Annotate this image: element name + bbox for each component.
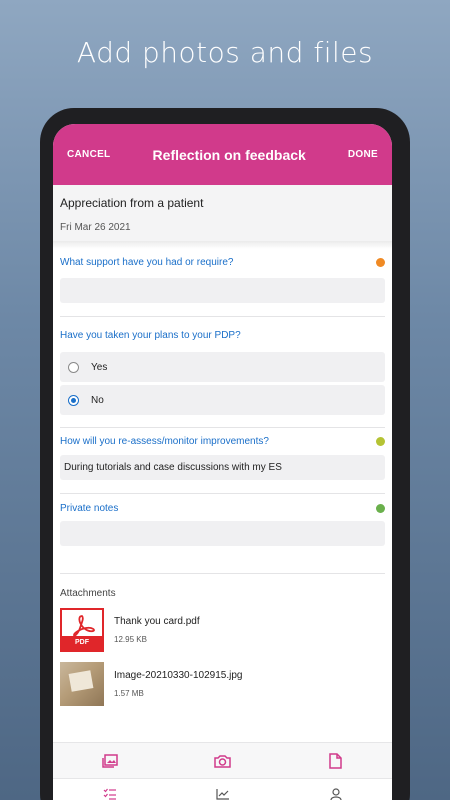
status-dot-icon bbox=[376, 258, 385, 267]
attachment-item[interactable]: PDF Thank you card.pdf 12.95 KB bbox=[60, 608, 385, 652]
divider bbox=[60, 493, 385, 494]
status-dot-icon bbox=[376, 504, 385, 513]
header-shadow bbox=[53, 241, 392, 249]
support-question: What support have you had or require? bbox=[60, 257, 385, 268]
notes-question: Private notes bbox=[60, 503, 385, 514]
reassess-answer-field[interactable]: During tutorials and case discussions wi… bbox=[60, 455, 385, 480]
pdf-badge: PDF bbox=[62, 636, 102, 650]
attachment-item[interactable]: Image-20210330-102915.jpg 1.57 MB bbox=[60, 662, 385, 706]
page-title: Reflection on feedback bbox=[152, 146, 306, 163]
pdp-question-label: Have you taken your plans to your PDP? bbox=[60, 330, 241, 341]
attachment-size: 12.95 KB bbox=[114, 635, 147, 644]
file-icon[interactable] bbox=[327, 752, 345, 770]
pdp-option-no[interactable]: No bbox=[60, 385, 385, 415]
divider bbox=[60, 316, 385, 317]
app-screen: CANCEL Reflection on feedback DONE Appre… bbox=[53, 124, 392, 800]
attachments-title: Attachments bbox=[60, 588, 116, 599]
radio-unchecked-icon[interactable] bbox=[68, 361, 79, 373]
gallery-icon[interactable] bbox=[101, 752, 119, 770]
profile-icon[interactable] bbox=[327, 785, 345, 800]
entry-header: Appreciation from a patient Fri Mar 26 2… bbox=[53, 185, 392, 241]
attachment-name: Image-20210330-102915.jpg bbox=[114, 670, 243, 681]
support-question-label: What support have you had or require? bbox=[60, 257, 234, 268]
camera-icon[interactable] bbox=[214, 752, 232, 770]
reassess-question-label: How will you re-assess/monitor improveme… bbox=[60, 436, 269, 447]
radio-checked-icon[interactable] bbox=[68, 394, 79, 406]
form-content: What support have you had or require? Ha… bbox=[53, 257, 392, 706]
entry-title: Appreciation from a patient bbox=[60, 196, 204, 210]
app-bar: CANCEL Reflection on feedback DONE bbox=[53, 124, 392, 185]
pdp-option-yes[interactable]: Yes bbox=[60, 352, 385, 382]
attachment-toolbar bbox=[53, 742, 392, 778]
support-answer-field[interactable] bbox=[60, 278, 385, 303]
headline: Add photos and files bbox=[76, 36, 374, 69]
chart-icon[interactable] bbox=[214, 785, 232, 800]
divider bbox=[60, 427, 385, 428]
pdp-option-no-label: No bbox=[91, 394, 104, 406]
notes-answer-field[interactable] bbox=[60, 521, 385, 546]
pdp-option-yes-label: Yes bbox=[91, 361, 108, 373]
done-button[interactable]: DONE bbox=[348, 149, 378, 160]
reassess-question: How will you re-assess/monitor improveme… bbox=[60, 436, 385, 447]
entry-date: Fri Mar 26 2021 bbox=[60, 222, 131, 233]
attachment-size: 1.57 MB bbox=[114, 689, 144, 698]
attachment-name: Thank you card.pdf bbox=[114, 616, 200, 627]
notes-question-label: Private notes bbox=[60, 503, 119, 514]
status-dot-icon bbox=[376, 437, 385, 446]
cancel-button[interactable]: CANCEL bbox=[67, 149, 110, 160]
bottom-nav bbox=[53, 778, 392, 800]
pdf-file-icon: PDF bbox=[60, 608, 104, 652]
image-thumbnail bbox=[60, 662, 104, 706]
divider bbox=[60, 573, 385, 574]
checklist-icon[interactable] bbox=[101, 785, 119, 800]
